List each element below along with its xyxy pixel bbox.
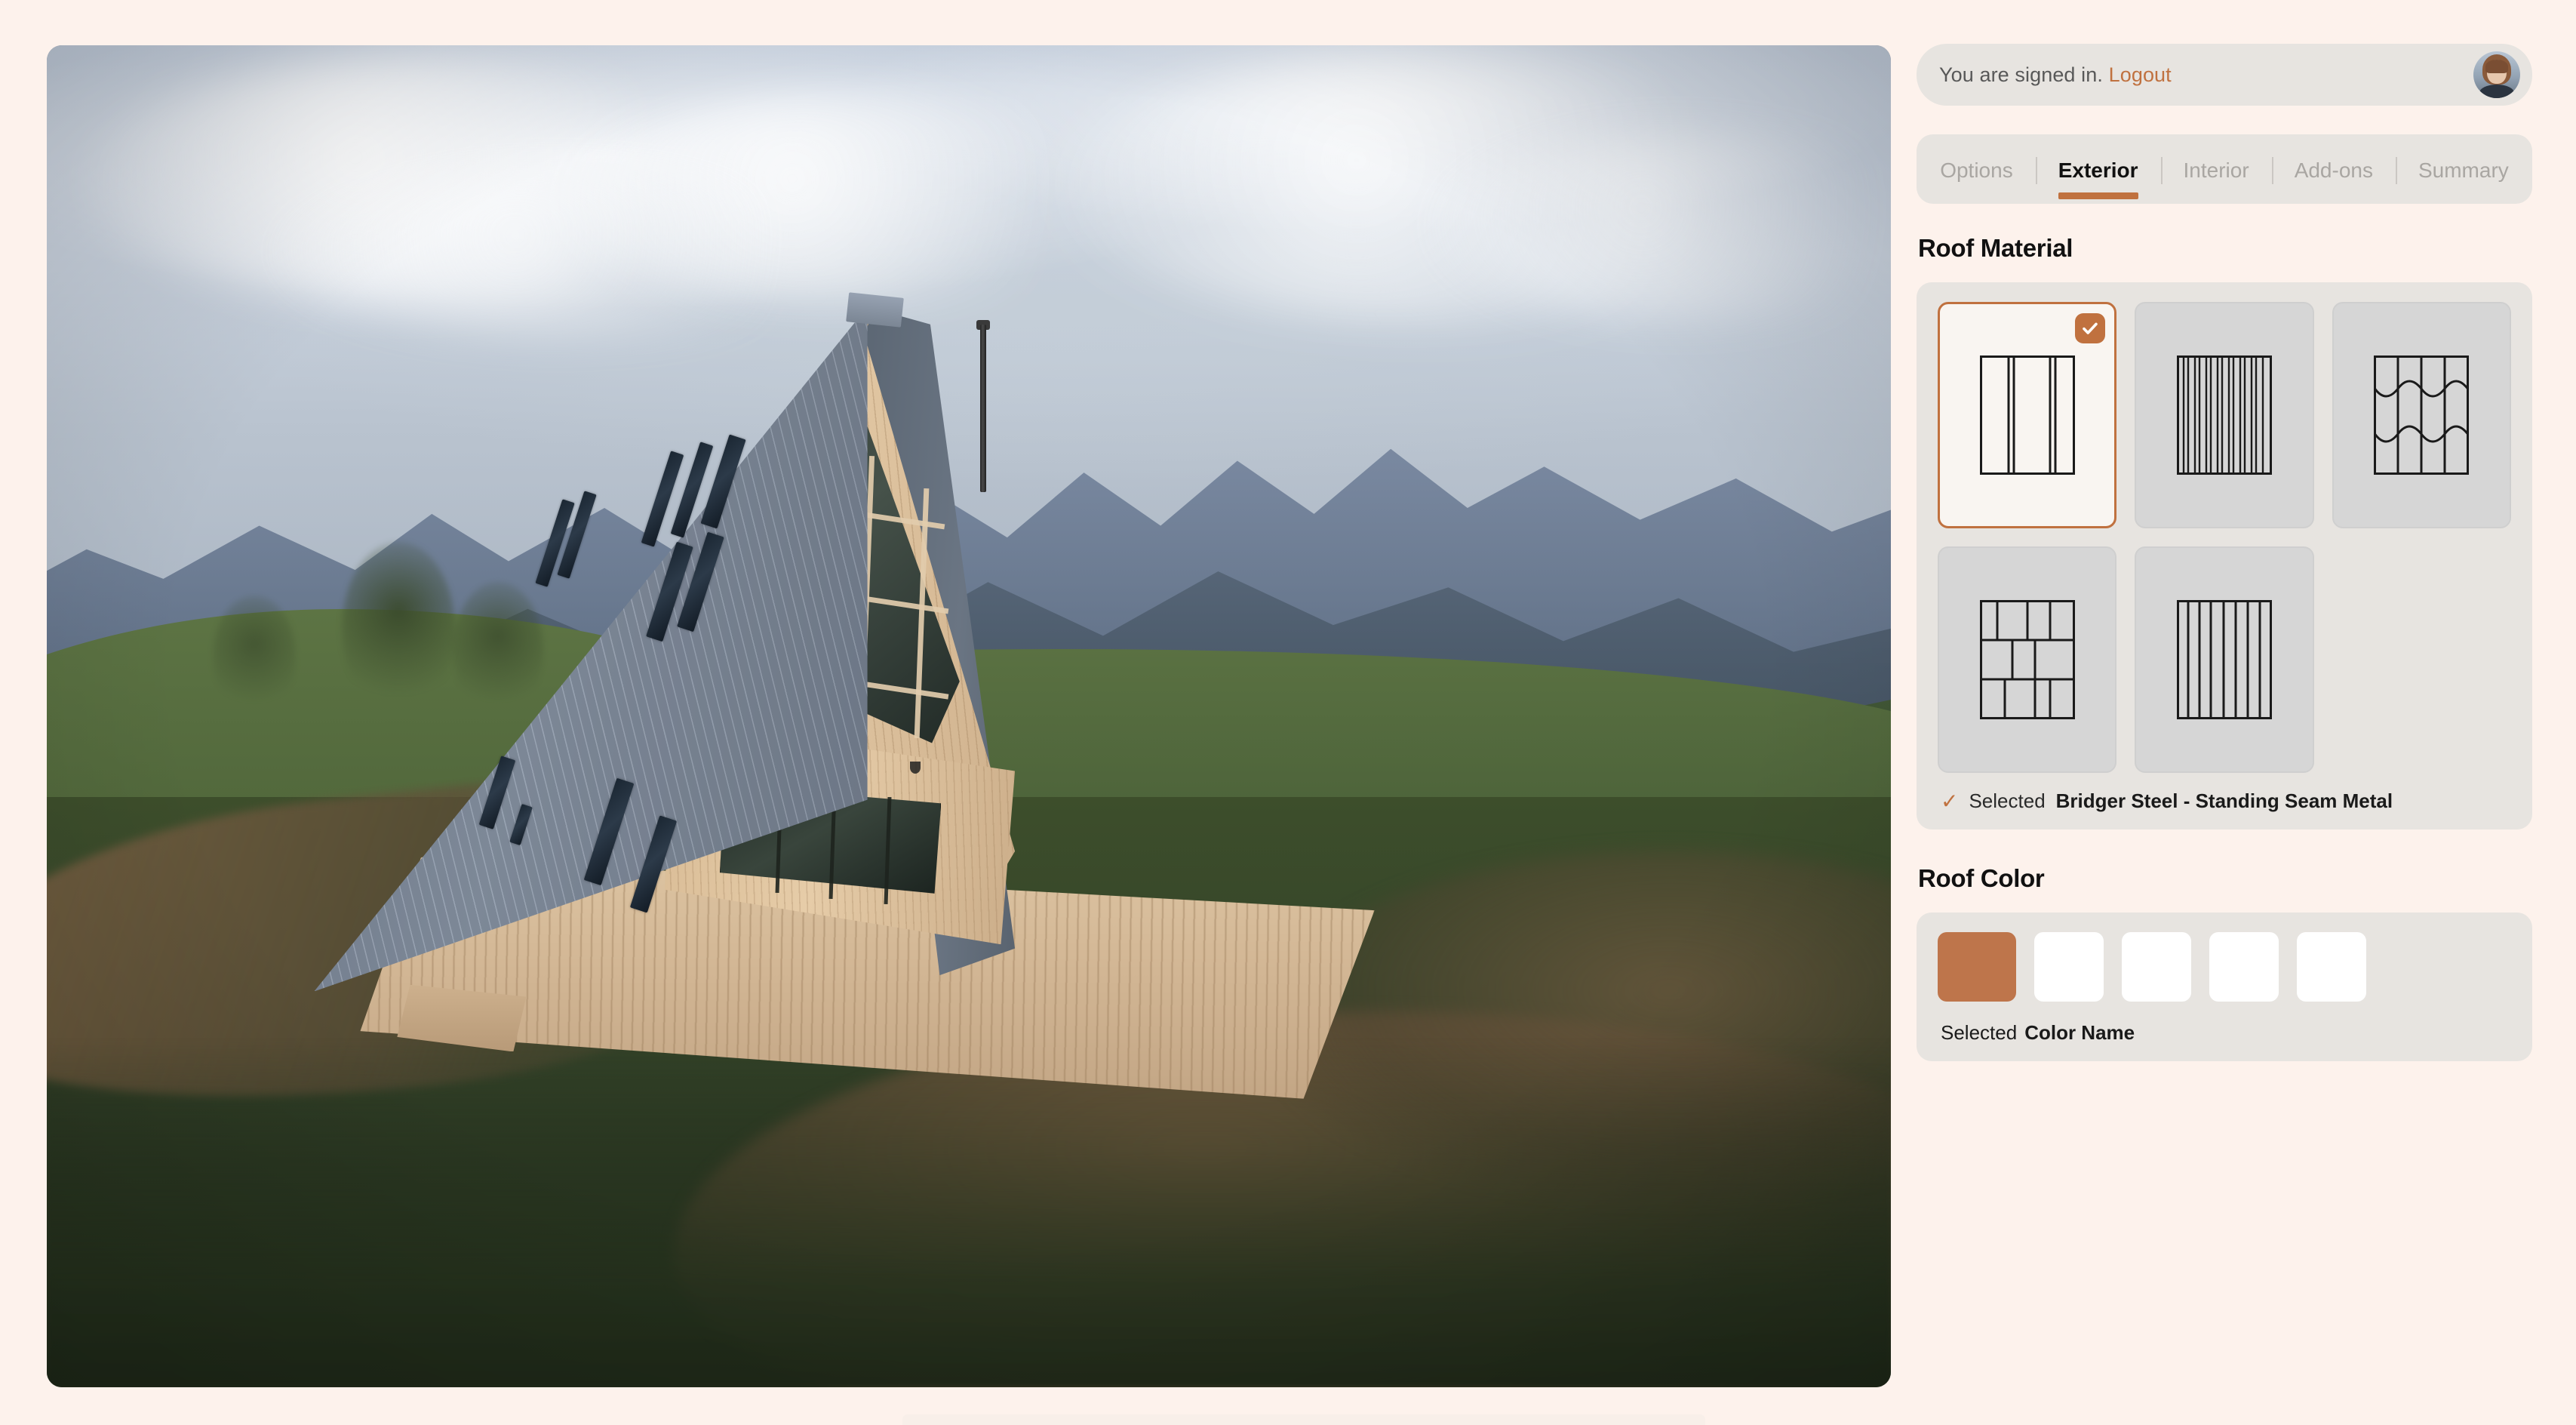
tab-exterior[interactable]: Exterior <box>2036 136 2161 205</box>
app-root: You are signed in. Logout Options Exteri… <box>0 0 2576 1425</box>
chimney-flue <box>979 324 987 493</box>
roof-color-swatch[interactable] <box>2034 932 2104 1002</box>
roof-material-panel: ✓ Selected Bridger Steel - Standing Seam… <box>1917 282 2532 829</box>
tab-exterior-label: Exterior <box>2058 159 2138 182</box>
check-icon <box>2075 313 2106 343</box>
tab-interior-label: Interior <box>2183 159 2249 182</box>
roof-color-swatch[interactable] <box>2297 932 2366 1002</box>
render-scene <box>47 45 1891 1387</box>
signin-status-text: You are signed in. <box>1939 63 2103 86</box>
roof-material-selected-value: Bridger Steel - Standing Seam Metal <box>2055 789 2393 812</box>
roof-material-title: Roof Material <box>1918 234 2073 262</box>
tab-options[interactable]: Options <box>1917 136 2036 205</box>
logout-link[interactable]: Logout <box>2109 63 2172 86</box>
avatar[interactable] <box>2473 51 2520 98</box>
tab-bar: Options Exterior Interior Add-ons Summar… <box>1917 134 2532 204</box>
cabin-deck-step <box>397 984 527 1052</box>
tab-summary[interactable]: Summary <box>2396 136 2531 205</box>
signin-status: You are signed in. Logout <box>1939 63 2172 87</box>
check-icon: ✓ <box>1941 789 1959 813</box>
roof-material-option-corrugated-metal[interactable] <box>2135 302 2314 528</box>
pattern-slate-shingle <box>1979 600 2075 719</box>
roof-material-option-wide-rib-panel[interactable] <box>2135 546 2314 773</box>
tab-summary-label: Summary <box>2418 159 2509 182</box>
roof-color-selected-line: Selected Color Name <box>1938 1021 2511 1045</box>
roof-material-option-barrel-clay-tile[interactable] <box>2332 302 2511 528</box>
roof-color-swatch-selected[interactable] <box>1938 932 2016 1002</box>
pattern-corrugated-metal <box>2176 355 2272 475</box>
account-bar: You are signed in. Logout <box>1917 44 2532 106</box>
model-viewer[interactable] <box>47 45 1891 1387</box>
roof-material-options <box>1938 302 2511 773</box>
avatar-hair-front <box>2485 59 2508 73</box>
roof-color-panel: Selected Color Name <box>1917 913 2532 1061</box>
roof-color-options <box>1938 932 2511 1002</box>
roof-color-selected-value: Color Name <box>2024 1021 2135 1044</box>
tab-options-label: Options <box>1940 159 2013 182</box>
a-frame-cabin-model <box>47 45 1891 1387</box>
active-tab-underline <box>2058 192 2138 199</box>
roof-color-swatch[interactable] <box>2209 932 2279 1002</box>
roof-color-swatch[interactable] <box>2122 932 2191 1002</box>
roof-ridge <box>845 291 904 328</box>
roof-material-selected-prefix: Selected <box>1969 789 2046 812</box>
tab-interior[interactable]: Interior <box>2161 136 2272 205</box>
roof-material-option-standing-seam-metal[interactable] <box>1938 302 2117 528</box>
roof-color-selected-prefix: Selected <box>1941 1021 2018 1044</box>
configurator-sidebar: You are signed in. Logout Options Exteri… <box>1917 44 2532 1061</box>
pattern-standing-seam-metal <box>1979 355 2075 475</box>
roof-material-selected-line: ✓ Selected Bridger Steel - Standing Seam… <box>1938 789 2511 813</box>
roof-color-title: Roof Color <box>1918 864 2045 892</box>
tab-addons[interactable]: Add-ons <box>2272 136 2396 205</box>
tab-addons-label: Add-ons <box>2294 159 2373 182</box>
pattern-wide-rib-panel <box>2176 600 2272 719</box>
pattern-barrel-clay-tile <box>2374 355 2470 475</box>
bottom-rail <box>902 1414 1705 1425</box>
avatar-body <box>2479 85 2514 98</box>
roof-material-option-slate-shingle[interactable] <box>1938 546 2117 773</box>
